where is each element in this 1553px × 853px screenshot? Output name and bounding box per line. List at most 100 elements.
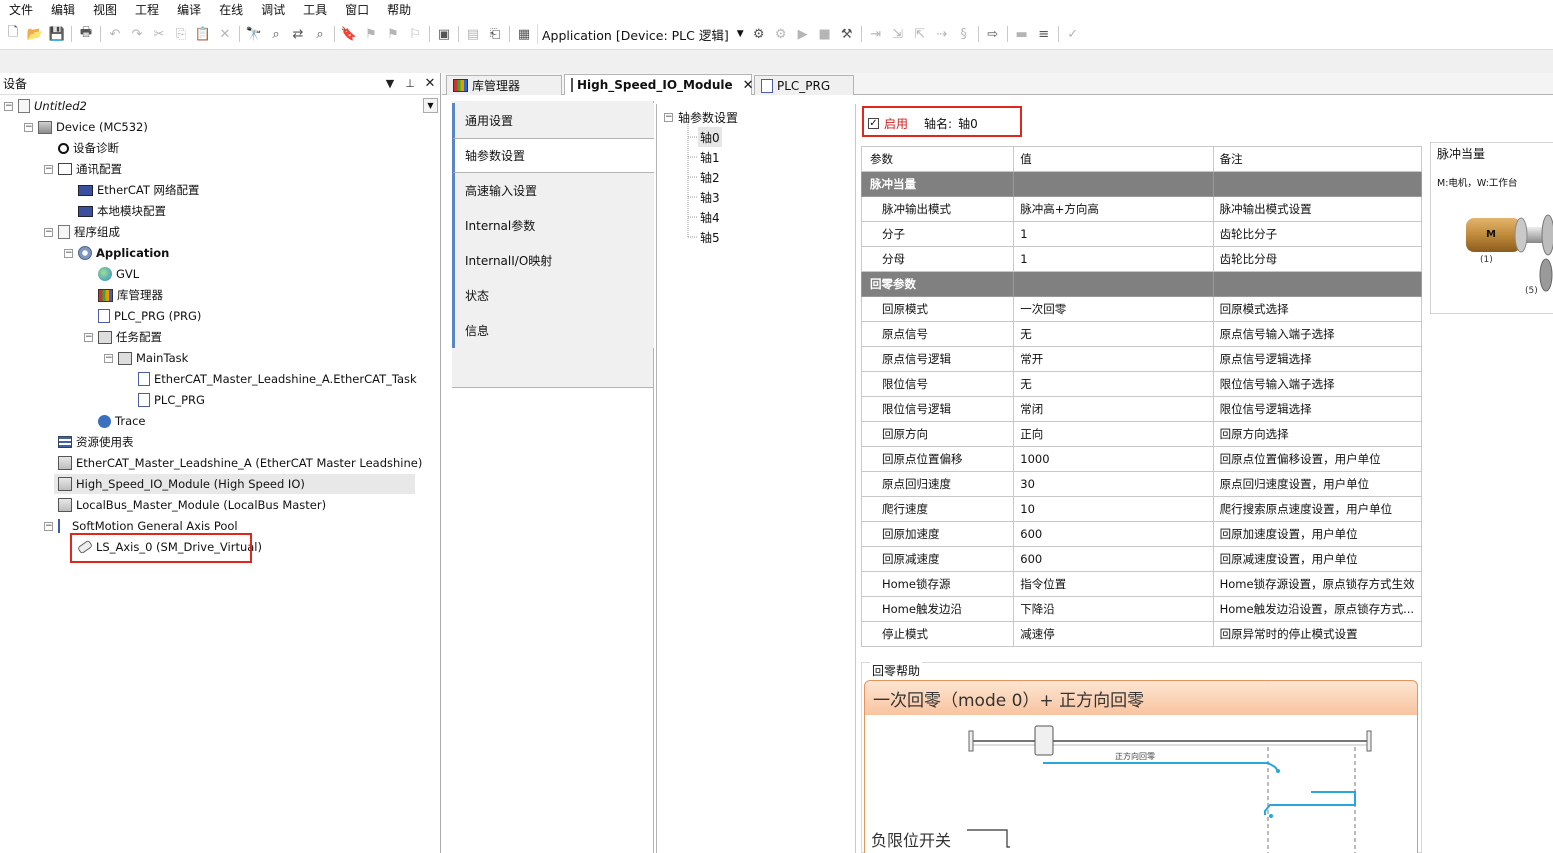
param-value-cell[interactable]: 600 (1013, 521, 1214, 547)
tree-item-ethercat-master[interactable]: EtherCAT_Master_Leadshine_A (EtherCAT Ma… (58, 453, 422, 473)
tree-item-local-module-config[interactable]: 本地模块配置 (78, 201, 166, 221)
enable-checkbox[interactable]: ✓ (868, 117, 879, 129)
cut-icon[interactable]: ✂ (148, 24, 170, 44)
axis-tree-item-4[interactable]: 轴4 (700, 207, 720, 227)
menu-item[interactable]: 调试 (252, 0, 294, 20)
delete-icon[interactable]: ✕ (214, 24, 236, 44)
menu-item[interactable]: 工具 (294, 0, 336, 20)
close-icon[interactable]: ✕ (420, 76, 440, 91)
nav-info[interactable]: 信息 (452, 313, 654, 348)
tree-item-resource-usage[interactable]: 资源使用表 (58, 432, 134, 452)
tree-item-ethercat-task[interactable]: EtherCAT_Master_Leadshine_A.EtherCAT_Tas… (138, 369, 417, 389)
active-application-combo[interactable]: Application [Device: PLC 逻辑] ▼ (537, 24, 748, 44)
tree-item-gvl[interactable]: GVL (98, 264, 139, 284)
pin-icon[interactable]: ⊥ (400, 77, 420, 90)
replace-icon[interactable]: ⇄ (287, 24, 309, 44)
find-icon[interactable]: 🔭 (243, 24, 265, 44)
menu-item[interactable]: 视图 (84, 0, 126, 20)
menu-item[interactable]: 帮助 (378, 0, 420, 20)
param-value-cell[interactable]: 600 (1013, 546, 1214, 572)
cross-reference-icon[interactable]: ✓ (1062, 24, 1084, 44)
nav-general-settings[interactable]: 通用设置 (452, 103, 654, 138)
collapse-icon[interactable]: − (44, 164, 53, 174)
collapse-icon[interactable]: − (24, 122, 33, 132)
param-value-cell[interactable]: 无 (1013, 321, 1214, 347)
tab-library-manager[interactable]: 库管理器 (446, 75, 562, 95)
tree-item-plc-prg[interactable]: PLC_PRG (PRG) (98, 306, 201, 326)
axis-tree-item-3[interactable]: 轴3 (700, 187, 720, 207)
param-value-cell[interactable]: 脉冲高+方向高 (1013, 196, 1214, 222)
nav-internal-io-mapping[interactable]: InternalI/O映射 (452, 243, 654, 278)
run-icon[interactable]: ▶ (792, 24, 814, 44)
chevron-down-icon[interactable]: ▼ (380, 77, 400, 90)
param-value-cell[interactable]: 正向 (1013, 421, 1214, 447)
close-icon[interactable]: ✕ (743, 78, 754, 93)
menu-item[interactable]: 编译 (168, 0, 210, 20)
step-out-icon[interactable]: ⇱ (909, 24, 931, 44)
collapse-icon[interactable]: − (84, 332, 93, 342)
menu-item[interactable]: 工程 (126, 0, 168, 20)
tab-high-speed-io-module[interactable]: High_Speed_IO_Module ✕ (564, 74, 754, 95)
axis-tree-item-1[interactable]: 轴1 (700, 147, 720, 167)
tree-item-library-manager[interactable]: 库管理器 (98, 285, 163, 305)
tree-item-localbus-master[interactable]: LocalBus_Master_Module (LocalBus Master) (58, 495, 326, 515)
collapse-icon[interactable]: − (44, 227, 53, 237)
stop-icon[interactable]: ■ (814, 24, 836, 44)
param-value-cell[interactable]: 下降沿 (1013, 596, 1214, 622)
reset-icon[interactable]: ⚒ (836, 24, 858, 44)
tab-plc-prg[interactable]: PLC_PRG (754, 75, 854, 95)
menu-item[interactable]: 在线 (210, 0, 252, 20)
param-value-cell[interactable]: 一次回零 (1013, 296, 1214, 322)
nav-high-speed-input[interactable]: 高速输入设置 (452, 173, 654, 208)
tree-item-ethercat-config[interactable]: EtherCAT 网络配置 (78, 180, 200, 200)
nav-axis-params[interactable]: 轴参数设置 (452, 138, 654, 173)
tree-item-high-speed-io[interactable]: High_Speed_IO_Module (High Speed IO) (54, 474, 415, 494)
menu-item[interactable]: 编辑 (42, 0, 84, 20)
window-icon[interactable]: ▣ (433, 24, 455, 44)
axis-tree-item-2[interactable]: 轴2 (700, 167, 720, 187)
collapse-icon[interactable]: − (4, 101, 13, 111)
bookmark-prev-icon[interactable]: ⚑ (360, 24, 382, 44)
tree-item-device-diagnostics[interactable]: 设备诊断 (58, 138, 119, 158)
tree-dropdown-button[interactable]: ▼ (423, 98, 438, 113)
copy-icon[interactable]: ⎘ (170, 24, 192, 44)
force-values-icon[interactable]: ⇨ (982, 24, 1004, 44)
param-value-cell[interactable]: 常开 (1013, 346, 1214, 372)
new-file-icon[interactable]: 🗋 (2, 24, 24, 44)
tree-item-plc-prg-call[interactable]: PLC_PRG (138, 390, 205, 410)
find-in-project-icon[interactable]: ⌕ (309, 24, 331, 44)
add-object-icon[interactable]: ▤ (462, 24, 484, 44)
redo-icon[interactable]: ↷ (126, 24, 148, 44)
menu-item[interactable]: 文件 (0, 0, 42, 20)
undo-icon[interactable]: ↶ (104, 24, 126, 44)
param-value-cell[interactable]: 1000 (1013, 446, 1214, 472)
tree-item-project[interactable]: − Untitled2 (4, 96, 87, 116)
build-icon[interactable]: ▦ (513, 24, 535, 44)
collapse-icon[interactable]: − (44, 521, 53, 531)
tree-item-comm-config[interactable]: − 通讯配置 (44, 159, 122, 179)
param-value-cell[interactable]: 减速停 (1013, 621, 1214, 647)
print-icon[interactable]: 🖶 (75, 24, 97, 44)
tree-item-application[interactable]: − Application (64, 243, 169, 263)
nav-status[interactable]: 状态 (452, 278, 654, 313)
bookmark-clear-icon[interactable]: ⚐ (404, 24, 426, 44)
bookmark-next-icon[interactable]: ⚑ (382, 24, 404, 44)
bookmark-icon[interactable]: 🔖 (338, 24, 360, 44)
param-value-cell[interactable]: 无 (1013, 371, 1214, 397)
param-value-cell[interactable]: 1 (1013, 221, 1214, 247)
tree-item-task-config[interactable]: − 任务配置 (84, 327, 162, 347)
tree-item-device[interactable]: − Device (MC532) (24, 117, 148, 137)
step-into-icon[interactable]: ⇲ (887, 24, 909, 44)
axis-tree-root[interactable]: − 轴参数设置 (664, 107, 738, 127)
axis-tree-item-5[interactable]: 轴5 (700, 227, 720, 247)
tree-item-maintask[interactable]: − MainTask (104, 348, 188, 368)
tree-item-program-composition[interactable]: − 程序组成 (44, 222, 120, 242)
param-value-cell[interactable]: 指令位置 (1013, 571, 1214, 597)
tree-item-trace[interactable]: Trace (98, 411, 146, 431)
axis-tree-item-0[interactable]: 轴0 (698, 127, 722, 147)
step-over-icon[interactable]: ⇥ (865, 24, 887, 44)
login-icon[interactable]: ⚙ (748, 24, 770, 44)
run-to-cursor-icon[interactable]: ⇢ (931, 24, 953, 44)
collapse-icon[interactable]: − (104, 353, 113, 363)
open-folder-icon[interactable]: 📂 (24, 24, 46, 44)
